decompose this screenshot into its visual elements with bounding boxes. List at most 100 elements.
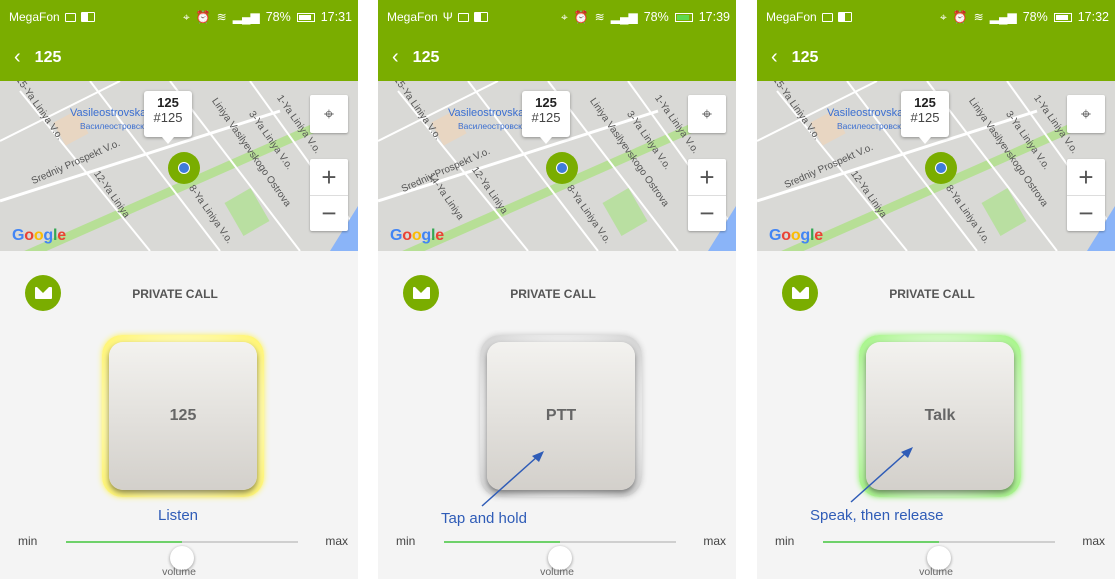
location-icon: ⌖ [939, 10, 947, 24]
map-label: Василеостровская [80, 121, 154, 131]
clock: 17:39 [698, 10, 730, 24]
call-header: PRIVATE CALL [757, 251, 1115, 339]
signal-icon: ▂▄▆ [232, 10, 260, 24]
user-location-marker[interactable] [546, 152, 578, 184]
zoom-controls: + − [310, 159, 348, 231]
callout-subtitle: #125 [153, 110, 183, 125]
sim-icon [473, 12, 488, 22]
volume-label: volume [162, 566, 196, 578]
alarm-icon: ⏰ [195, 10, 211, 24]
battery-percent: 78% [265, 10, 291, 24]
battery-percent: 78% [1022, 10, 1048, 24]
crosshair-icon: ⌖ [1080, 103, 1092, 124]
callout-title: 125 [157, 95, 179, 110]
volume-row: min max [378, 524, 736, 570]
call-header: PRIVATE CALL [0, 251, 358, 339]
battery-charging-icon [674, 12, 693, 22]
chevron-left-icon[interactable]: ‹ [771, 46, 778, 69]
map-view[interactable]: 15-Ya Liniya V.o. Vasileostrovskaya Васи… [378, 81, 736, 251]
hint-text: Listen [158, 507, 199, 524]
call-header: PRIVATE CALL [378, 251, 736, 339]
volume-max-label: max [1082, 534, 1105, 548]
callout-subtitle: #125 [910, 110, 940, 125]
my-location-button[interactable]: ⌖ [1067, 95, 1105, 133]
image-notification-icon [457, 12, 469, 22]
phone-screen-idle: MegaFon Ψ ⌖ ⏰ ≋ ▂▄▆ 78% 17:39 ‹ 125 15-Y… [378, 0, 736, 579]
phone-screen-talk: MegaFon ⌖ ⏰ ≋ ▂▄▆ 78% 17:32 ‹ 125 15-Ya … [757, 0, 1115, 579]
status-bar: MegaFon ⌖ ⏰ ≋ ▂▄▆ 78% 17:31 [0, 0, 358, 34]
call-type-title: PRIVATE CALL [132, 287, 218, 301]
call-type-title: PRIVATE CALL [889, 287, 975, 301]
user-location-marker[interactable] [168, 152, 200, 184]
hint-arrow [850, 447, 913, 503]
location-icon: ⌖ [560, 10, 568, 24]
map-view[interactable]: 15-Ya Liniya V.o. Vasileostrovskaya Васи… [757, 81, 1115, 251]
phone-screen-listen: MegaFon ⌖ ⏰ ≋ ▂▄▆ 78% 17:31 ‹ 125 15-Ya … [0, 0, 358, 579]
usb-icon: Ψ [442, 10, 453, 24]
chevron-left-icon[interactable]: ‹ [392, 46, 399, 69]
google-logo: Google [390, 227, 444, 244]
user-location-marker[interactable] [925, 152, 957, 184]
callout-title: 125 [914, 95, 936, 110]
app-bar: ‹ 125 [0, 34, 358, 81]
zoom-controls: + − [688, 159, 726, 231]
volume-label: volume [540, 566, 574, 578]
zoom-in-button[interactable]: + [1067, 159, 1105, 195]
sim-icon [80, 12, 95, 22]
hint-text: Speak, then release [810, 507, 944, 524]
app-bar: ‹ 125 [757, 34, 1115, 81]
zoom-out-button[interactable]: − [688, 195, 726, 231]
google-logo: Google [769, 227, 823, 244]
zoom-controls: + − [1067, 159, 1105, 231]
map-view[interactable]: 15-Ya Liniya V.o. Vasileostrovskaya Васи… [0, 81, 358, 251]
marker-callout[interactable]: 125 #125 [522, 91, 570, 144]
alarm-icon: ⏰ [952, 10, 968, 24]
battery-icon [296, 12, 315, 22]
volume-max-label: max [325, 534, 348, 548]
volume-row: min max [0, 524, 358, 570]
sim-icon [837, 12, 852, 22]
page-title: 125 [34, 48, 62, 66]
wifi-icon: ≋ [594, 10, 605, 24]
google-logo: Google [12, 227, 66, 244]
callout-subtitle: #125 [531, 110, 561, 125]
image-notification-icon [64, 12, 76, 22]
volume-slider[interactable] [444, 541, 676, 570]
carrier-name: MegaFon [387, 10, 438, 24]
screenshot-stage: MegaFon ⌖ ⏰ ≋ ▂▄▆ 78% 17:31 ‹ 125 15-Ya … [0, 0, 1115, 579]
signal-icon: ▂▄▆ [610, 10, 638, 24]
volume-slider[interactable] [823, 541, 1055, 570]
zoom-in-button[interactable]: + [310, 159, 348, 195]
chevron-left-icon[interactable]: ‹ [14, 46, 21, 69]
location-icon: ⌖ [182, 10, 190, 24]
ptt-button[interactable]: 125 [109, 342, 257, 490]
status-bar: MegaFon ⌖ ⏰ ≋ ▂▄▆ 78% 17:32 [757, 0, 1115, 34]
clock: 17:31 [320, 10, 352, 24]
hint-arrow [481, 451, 544, 507]
zoom-out-button[interactable]: − [1067, 195, 1105, 231]
callout-title: 125 [535, 95, 557, 110]
image-notification-icon [821, 12, 833, 22]
alarm-icon: ⏰ [573, 10, 589, 24]
battery-percent: 78% [643, 10, 669, 24]
volume-label: volume [919, 566, 953, 578]
ptt-button-glow: 125 [102, 335, 264, 497]
call-type-title: PRIVATE CALL [510, 287, 596, 301]
volume-slider[interactable] [66, 541, 298, 570]
wifi-icon: ≋ [216, 10, 227, 24]
volume-slider-fill [823, 541, 939, 543]
volume-slider-fill [66, 541, 182, 543]
marker-callout[interactable]: 125 #125 [144, 91, 192, 144]
volume-min-label: min [18, 534, 38, 548]
volume-row: min max [757, 524, 1115, 570]
my-location-button[interactable]: ⌖ [688, 95, 726, 133]
zoom-in-button[interactable]: + [688, 159, 726, 195]
clock: 17:32 [1077, 10, 1109, 24]
app-bar: ‹ 125 [378, 34, 736, 81]
my-location-button[interactable]: ⌖ [310, 95, 348, 133]
wifi-icon: ≋ [973, 10, 984, 24]
zoom-out-button[interactable]: − [310, 195, 348, 231]
battery-icon [1053, 12, 1072, 22]
marker-callout[interactable]: 125 #125 [901, 91, 949, 144]
crosshair-icon: ⌖ [701, 103, 713, 124]
